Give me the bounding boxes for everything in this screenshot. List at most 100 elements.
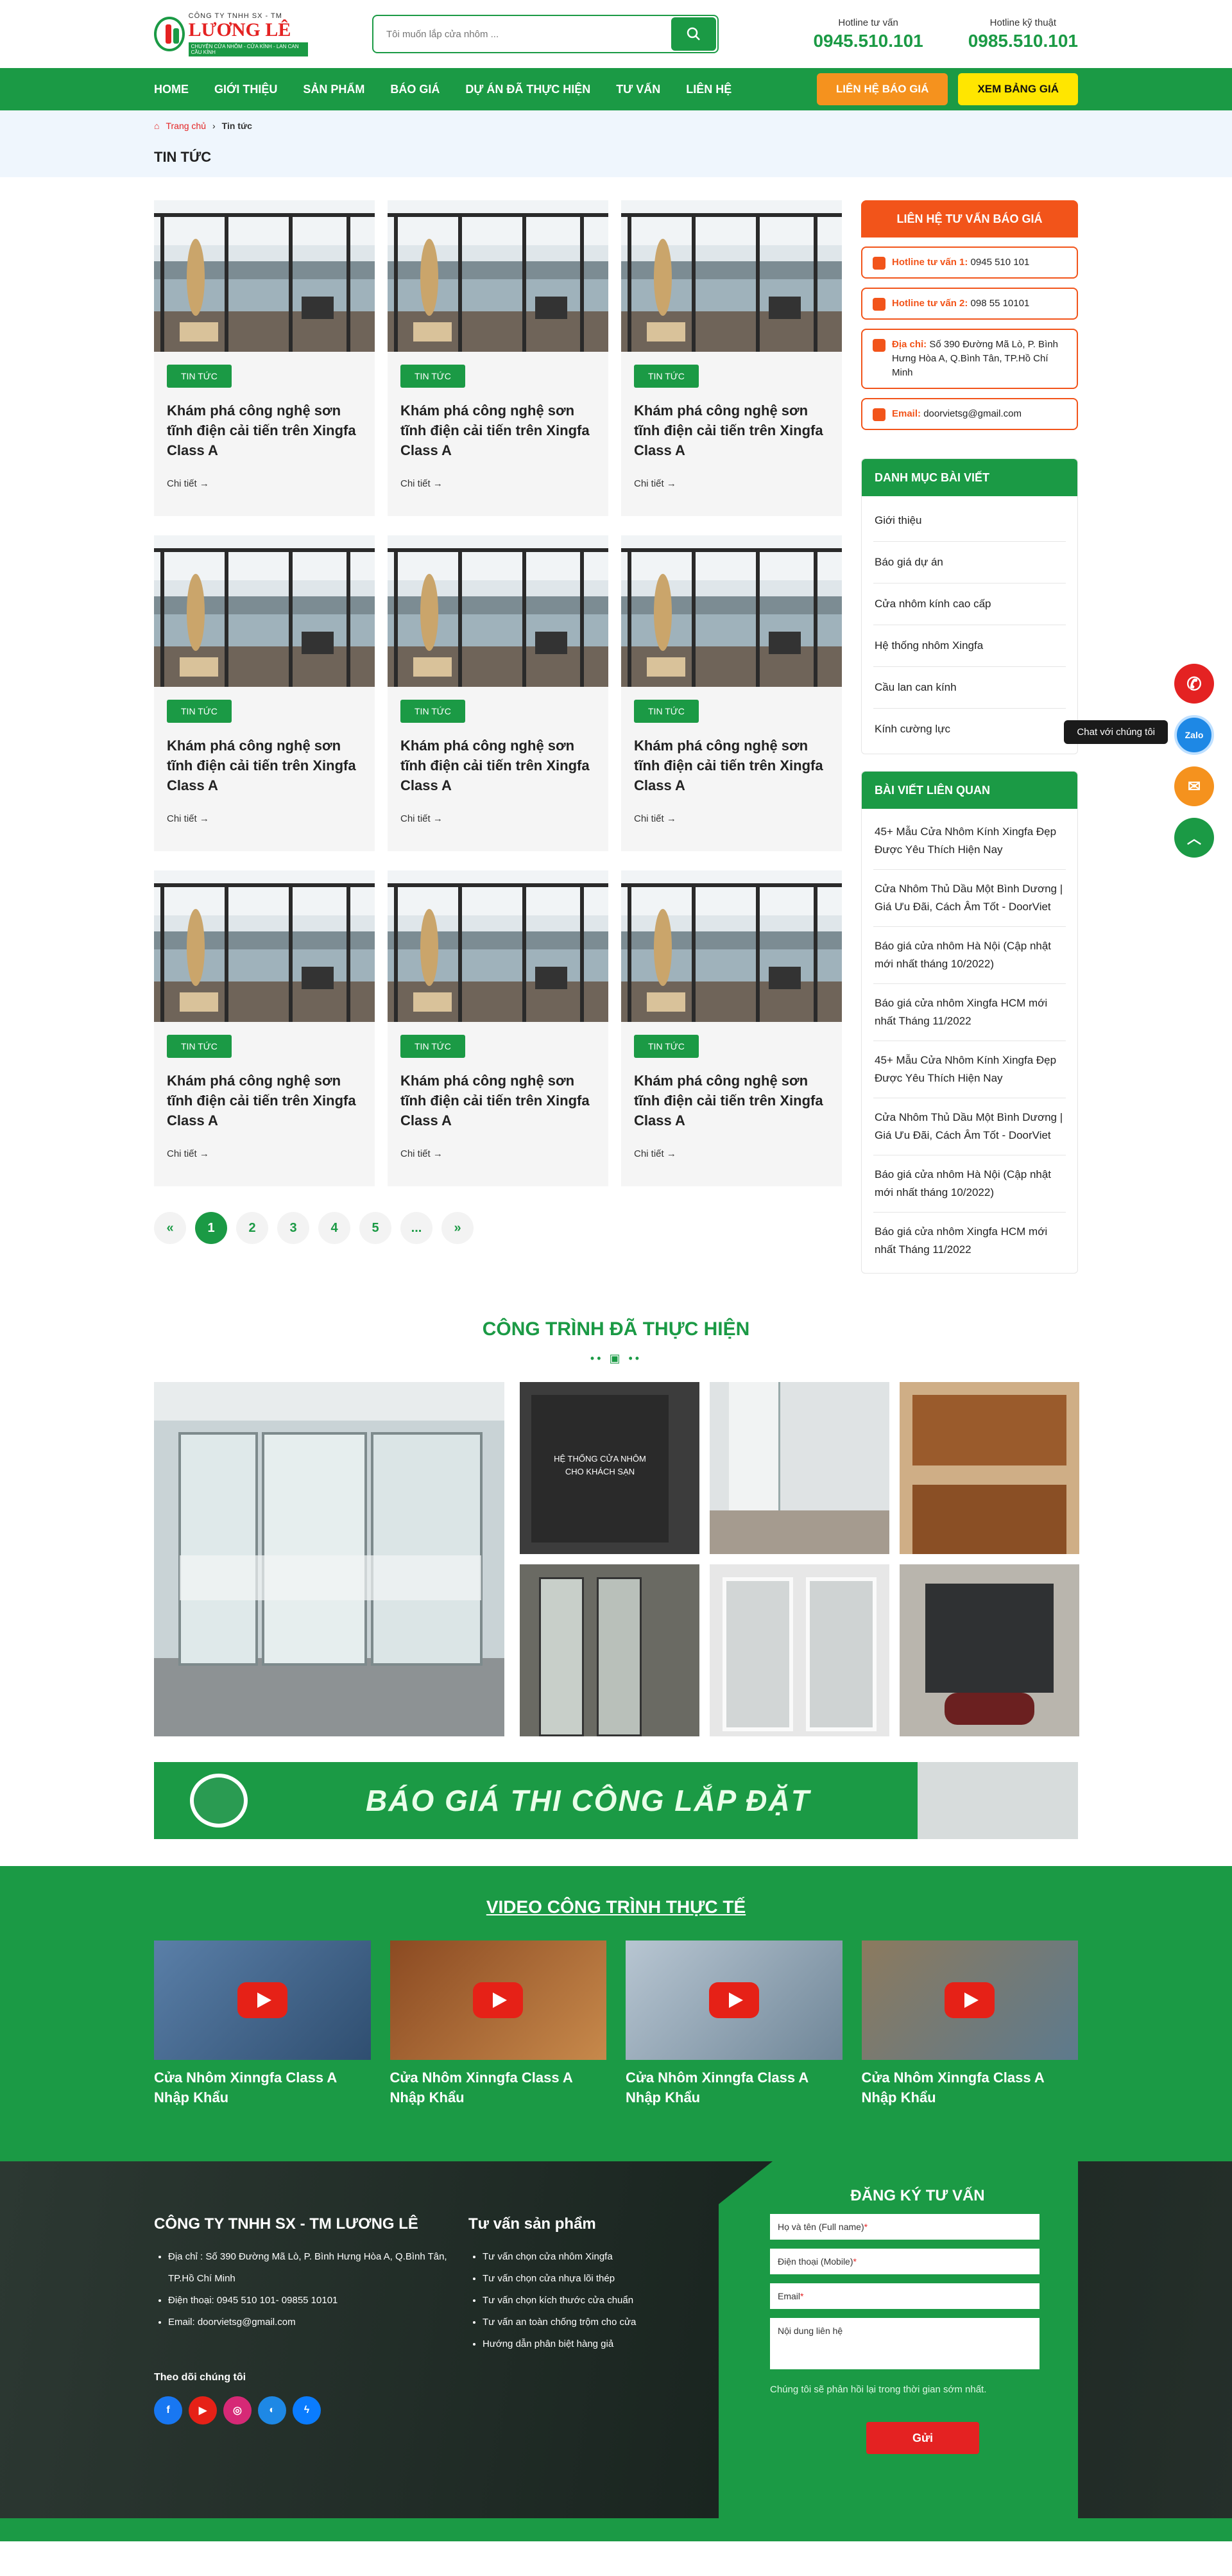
search-input[interactable] (386, 28, 671, 40)
related-post-item[interactable]: 45+ Mẫu Cửa Nhôm Kính Xingfa Đẹp Được Yê… (873, 813, 1066, 870)
play-icon[interactable] (473, 1982, 524, 2018)
news-thumbnail[interactable] (154, 200, 375, 352)
read-more-link[interactable]: Chi tiết → (167, 1148, 362, 1159)
page-number[interactable]: 4 (318, 1212, 350, 1244)
contact-quote-button[interactable]: LIÊN HỆ BÁO GIÁ (816, 73, 948, 105)
nav-contact[interactable]: LIÊN HỆ (686, 83, 732, 96)
read-more-link[interactable]: Chi tiết → (167, 813, 362, 824)
news-title[interactable]: Khám phá công nghệ sơn tĩnh điện cải tiế… (400, 401, 595, 460)
nav-pricing[interactable]: BÁO GIÁ (390, 83, 440, 96)
chat-bubble-icon[interactable]: ◐ (258, 2396, 286, 2425)
related-post-item[interactable]: Báo giá cửa nhôm Xingfa HCM mới nhất Thá… (873, 984, 1066, 1041)
youtube-icon[interactable]: ▶ (189, 2396, 217, 2425)
news-tag-badge[interactable]: TIN TỨC (167, 365, 232, 388)
news-card[interactable]: TIN TỨC Khám phá công nghệ sơn tĩnh điện… (621, 535, 842, 851)
page-next-icon[interactable]: » (441, 1212, 474, 1244)
nav-consulting[interactable]: TƯ VẤN (616, 83, 660, 96)
scroll-top-button[interactable]: ︿ (1174, 818, 1214, 858)
play-icon[interactable] (945, 1982, 995, 2018)
video-card[interactable]: Cửa Nhôm Xinngfa Class A Nhập Khẩu (861, 1941, 1079, 2107)
news-title[interactable]: Khám phá công nghệ sơn tĩnh điện cải tiế… (634, 1071, 829, 1130)
project-image[interactable] (520, 1564, 699, 1736)
video-thumbnail[interactable] (626, 1941, 843, 2060)
message-field[interactable]: Nội dung liên hệ (770, 2318, 1040, 2369)
read-more-link[interactable]: Chi tiết → (634, 1148, 829, 1159)
news-tag-badge[interactable]: TIN TỨC (634, 700, 699, 723)
nav-about[interactable]: GIỚI THIỆU (214, 83, 277, 96)
hotline-technical[interactable]: Hotline kỹ thuật 0985.510.101 (968, 17, 1078, 51)
news-card[interactable]: TIN TỨC Khám phá công nghệ sơn tĩnh điện… (621, 870, 842, 1186)
news-title[interactable]: Khám phá công nghệ sơn tĩnh điện cải tiế… (634, 401, 829, 460)
video-title[interactable]: Cửa Nhôm Xinngfa Class A Nhập Khẩu (862, 2068, 1079, 2107)
search-button[interactable] (671, 17, 716, 51)
read-more-link[interactable]: Chi tiết → (400, 1148, 595, 1159)
category-item[interactable]: Hệ thống nhôm Xingfa (873, 625, 1066, 667)
email-field[interactable]: Email* (770, 2283, 1040, 2309)
email-button[interactable]: ✉ (1174, 766, 1214, 806)
play-icon[interactable] (708, 1982, 759, 2018)
news-title[interactable]: Khám phá công nghệ sơn tĩnh điện cải tiế… (400, 736, 595, 795)
news-card[interactable]: TIN TỨC Khám phá công nghệ sơn tĩnh điện… (388, 870, 608, 1186)
news-tag-badge[interactable]: TIN TỨC (167, 1035, 232, 1058)
video-title[interactable]: Cửa Nhôm Xinngfa Class A Nhập Khẩu (154, 2068, 371, 2107)
news-card[interactable]: TIN TỨC Khám phá công nghệ sơn tĩnh điện… (388, 535, 608, 851)
news-thumbnail[interactable] (621, 535, 842, 687)
related-post-item[interactable]: Báo giá cửa nhôm Hà Nội (Cập nhật mới nh… (873, 1155, 1066, 1213)
submit-button[interactable]: Gửi (866, 2422, 979, 2454)
news-tag-badge[interactable]: TIN TỨC (634, 365, 699, 388)
news-tag-badge[interactable]: TIN TỨC (634, 1035, 699, 1058)
messenger-icon[interactable]: ϟ (293, 2396, 321, 2425)
news-card[interactable]: TIN TỨC Khám phá công nghệ sơn tĩnh điện… (154, 535, 375, 851)
news-tag-badge[interactable]: TIN TỨC (167, 700, 232, 723)
read-more-link[interactable]: Chi tiết → (634, 478, 829, 489)
news-thumbnail[interactable] (621, 200, 842, 352)
video-title[interactable]: Cửa Nhôm Xinngfa Class A Nhập Khẩu (626, 2068, 843, 2107)
related-post-item[interactable]: Cửa Nhôm Thủ Dầu Một Bình Dương | Giá Ưu… (873, 870, 1066, 927)
news-title[interactable]: Khám phá công nghệ sơn tĩnh điện cải tiế… (167, 736, 362, 795)
footer-link[interactable]: Tư vấn an toàn chống trộm cho cửa (483, 2312, 738, 2333)
category-item[interactable]: Kính cường lực (873, 709, 1066, 750)
news-title[interactable]: Khám phá công nghệ sơn tĩnh điện cải tiế… (167, 401, 362, 460)
page-number[interactable]: 5 (359, 1212, 391, 1244)
category-item[interactable]: Báo giá dự án (873, 542, 1066, 583)
project-image[interactable] (154, 1382, 504, 1736)
hotline-consult[interactable]: Hotline tư vấn 0945.510.101 (813, 17, 923, 51)
full-name-field[interactable]: Họ và tên (Full name)* (770, 2214, 1040, 2240)
page-number[interactable]: 2 (236, 1212, 268, 1244)
news-card[interactable]: TIN TỨC Khám phá công nghệ sơn tĩnh điện… (388, 200, 608, 516)
news-title[interactable]: Khám phá công nghệ sơn tĩnh điện cải tiế… (634, 736, 829, 795)
news-title[interactable]: Khám phá công nghệ sơn tĩnh điện cải tiế… (167, 1071, 362, 1130)
category-item[interactable]: Cửa nhôm kính cao cấp (873, 583, 1066, 625)
news-card[interactable]: TIN TỨC Khám phá công nghệ sơn tĩnh điện… (154, 200, 375, 516)
read-more-link[interactable]: Chi tiết → (634, 813, 829, 824)
nav-products[interactable]: SẢN PHẨM (303, 83, 364, 96)
sidebar-email[interactable]: Email: doorvietsg@gmail.com (861, 398, 1078, 430)
phone-field[interactable]: Điện thoại (Mobile)* (770, 2249, 1040, 2274)
video-card[interactable]: Cửa Nhôm Xinngfa Class A Nhập Khẩu (626, 1941, 843, 2107)
footer-link[interactable]: Tư vấn chọn cửa nhôm Xingfa (483, 2246, 738, 2268)
category-item[interactable]: Cầu lan can kính (873, 667, 1066, 709)
news-card[interactable]: TIN TỨC Khám phá công nghệ sơn tĩnh điện… (154, 870, 375, 1186)
related-post-item[interactable]: Báo giá cửa nhôm Xingfa HCM mới nhất Thá… (873, 1213, 1066, 1269)
footer-link[interactable]: Hướng dẫn phân biệt hàng giả (483, 2333, 738, 2355)
sidebar-hotline-2[interactable]: Hotline tư vấn 2: 098 55 10101 (861, 288, 1078, 320)
zalo-button[interactable]: Zalo (1174, 715, 1214, 755)
project-image[interactable]: HỆ THỐNG CỬA NHÔM CHO KHÁCH SẠN (520, 1382, 699, 1554)
related-post-item[interactable]: Cửa Nhôm Thủ Dầu Một Bình Dương | Giá Ưu… (873, 1098, 1066, 1155)
facebook-icon[interactable]: f (154, 2396, 182, 2425)
project-image[interactable] (710, 1382, 889, 1554)
news-tag-badge[interactable]: TIN TỨC (400, 1035, 465, 1058)
nav-home[interactable]: HOME (154, 83, 189, 96)
news-tag-badge[interactable]: TIN TỨC (400, 365, 465, 388)
read-more-link[interactable]: Chi tiết → (167, 478, 362, 489)
news-thumbnail[interactable] (621, 870, 842, 1022)
page-number[interactable]: 3 (277, 1212, 309, 1244)
project-image[interactable] (900, 1382, 1079, 1554)
read-more-link[interactable]: Chi tiết → (400, 478, 595, 489)
site-logo[interactable]: CÔNG TY TNHH SX - TM LƯƠNG LÊ CHUYÊN CỬA… (154, 9, 308, 59)
footer-link[interactable]: Tư vấn chọn kích thước cửa chuẩn (483, 2290, 738, 2312)
footer-link[interactable]: Tư vấn chọn cửa nhựa lõi thép (483, 2268, 738, 2290)
video-thumbnail[interactable] (861, 1941, 1078, 2060)
category-item[interactable]: Giới thiệu (873, 500, 1066, 542)
video-card[interactable]: Cửa Nhôm Xinngfa Class A Nhập Khẩu (389, 1941, 606, 2107)
